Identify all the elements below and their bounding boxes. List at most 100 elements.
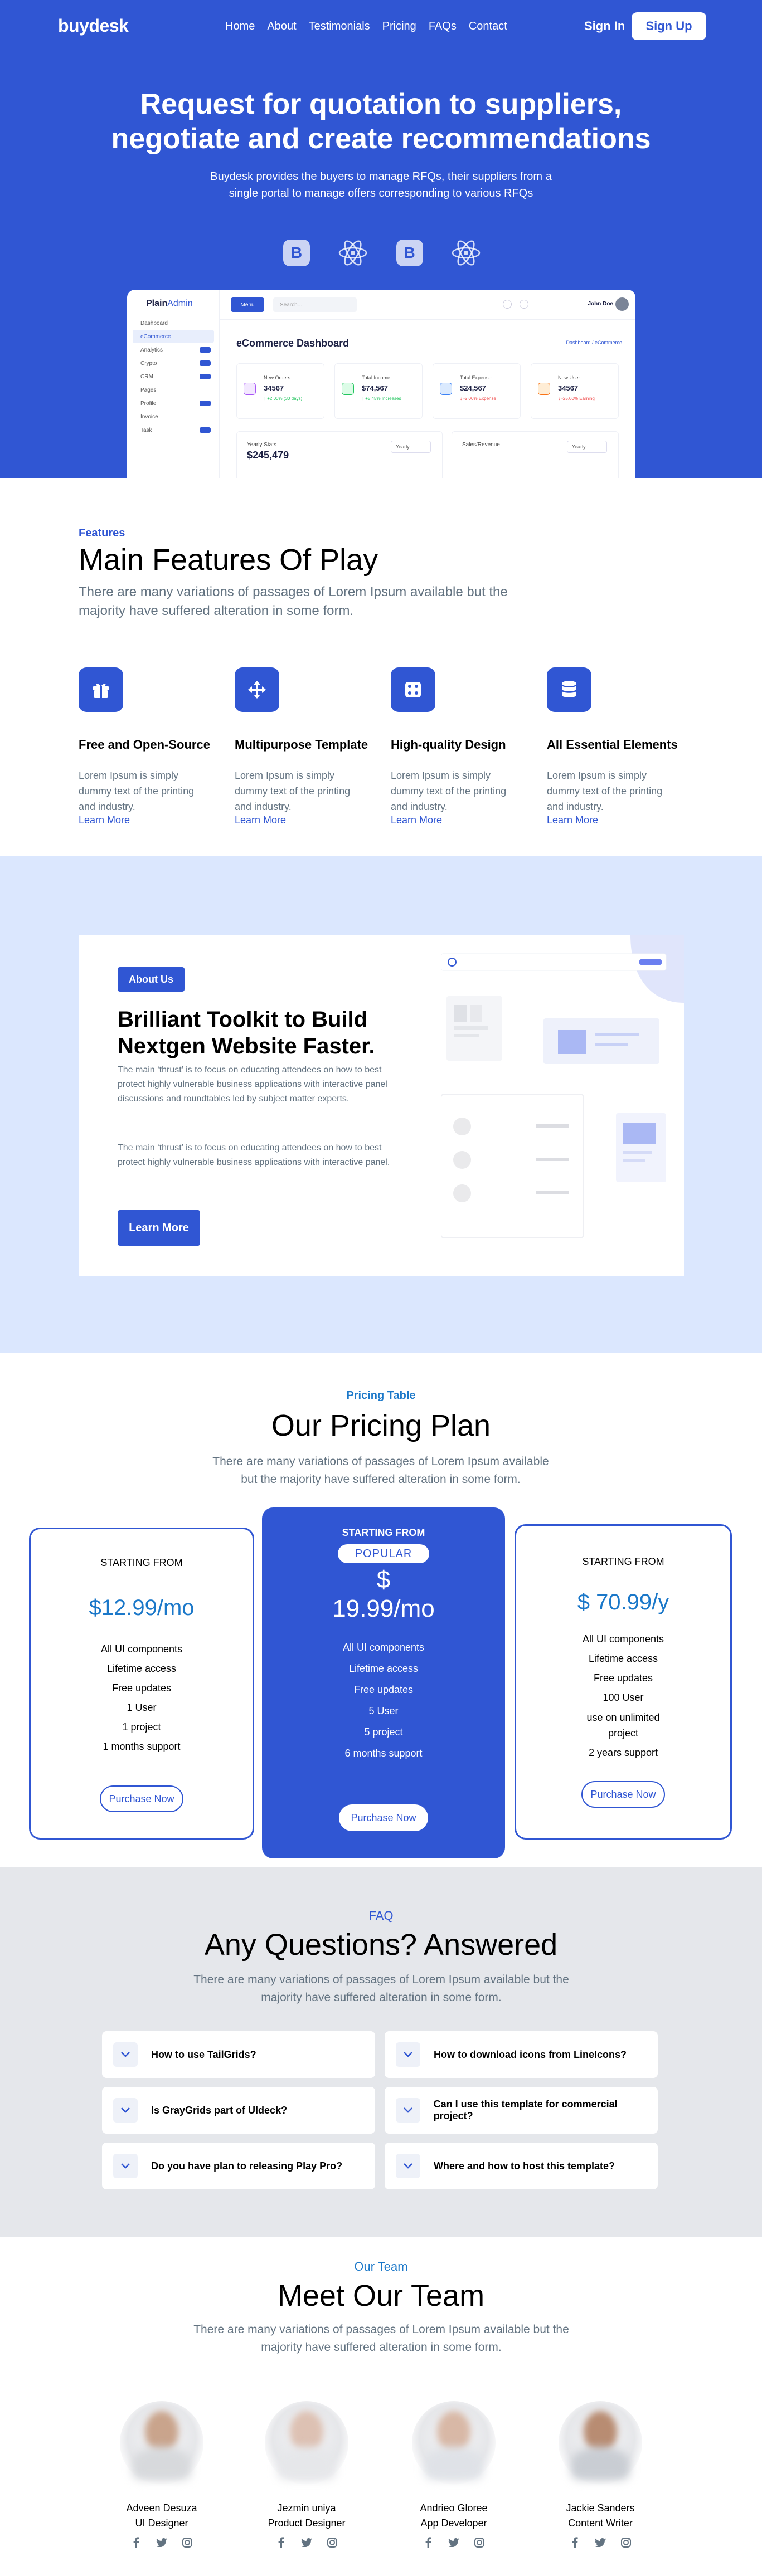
chevron-down-icon[interactable] [113, 2098, 138, 2123]
menu-home[interactable]: Home [225, 20, 255, 33]
facebook-icon[interactable] [423, 2537, 434, 2548]
stat-label: New User [558, 375, 580, 380]
dash-nav-crm[interactable]: CRM [133, 370, 214, 383]
twitter-icon[interactable] [301, 2537, 312, 2548]
faq-question: Where and how to host this template? [434, 2160, 615, 2172]
features-description: There are many variations of passages of… [79, 584, 508, 618]
dash-nav-analytics[interactable]: Analytics [133, 343, 214, 357]
dashboard-user-name[interactable]: John Doe [588, 301, 613, 307]
dash-nav-dashboard[interactable]: Dashboard [133, 316, 214, 330]
menu-pricing[interactable]: Pricing [382, 20, 416, 33]
instagram-icon[interactable] [620, 2537, 632, 2548]
team-kicker: Our Team [354, 2260, 408, 2273]
yearly-stats-panel: Yearly Stats $245,479 Yearly [236, 431, 443, 478]
learn-more-link[interactable]: Learn More [391, 814, 442, 826]
stat-label: Total Expense [460, 375, 492, 380]
plan-features: All UI components Lifetime access Free u… [31, 1640, 253, 1757]
learn-more-button[interactable]: Learn More [118, 1210, 200, 1246]
purchase-button[interactable]: Purchase Now [581, 1781, 665, 1808]
starting-label: STARTING FROM [582, 1556, 664, 1567]
member-role: Product Designer [268, 2518, 346, 2529]
menu-about[interactable]: About [267, 20, 296, 33]
pricing-card-popular: STARTING FROM POPULAR $ 19.99/mo All UI … [262, 1507, 505, 1858]
dash-nav-task[interactable]: Task [133, 423, 214, 437]
twitter-icon[interactable] [448, 2537, 459, 2548]
faq-question: Do you have plan to releasing Play Pro? [151, 2160, 343, 2172]
stat-value: $74,567 [362, 384, 388, 392]
nav-label: Task [140, 427, 152, 433]
logo[interactable]: buydesk [58, 16, 129, 36]
chevron-down-icon[interactable] [396, 2154, 420, 2178]
dollar-icon [342, 383, 354, 395]
facebook-icon[interactable] [569, 2537, 580, 2548]
stat-card: New Orders 34567 ↑ +2.00% (30 days) [236, 363, 324, 419]
twitter-icon[interactable] [156, 2537, 167, 2548]
brand-prefix: Plain [146, 299, 168, 308]
team-member: Andrieo Gloree App Developer [381, 2401, 526, 2548]
dash-nav-pages[interactable]: Pages [133, 383, 214, 397]
message-icon[interactable] [520, 300, 528, 309]
faq-kicker: FAQ [368, 1909, 394, 1923]
sign-up-button[interactable]: Sign Up [632, 12, 706, 40]
plan-feature: 2 years support [588, 1747, 658, 1758]
nav-badge [200, 360, 211, 366]
starting-label: STARTING FROM [342, 1527, 425, 1538]
menu-testimonials[interactable]: Testimonials [309, 20, 370, 33]
dash-nav-crypto[interactable]: Crypto [133, 357, 214, 370]
dash-nav-ecommerce[interactable]: eCommerce [133, 330, 214, 343]
instagram-icon[interactable] [182, 2537, 193, 2548]
twitter-icon[interactable] [595, 2537, 606, 2548]
plan-feature: 1 User [127, 1702, 157, 1713]
faq-item[interactable]: Can I use this template for commercial p… [385, 2087, 658, 2134]
learn-more-link[interactable]: Learn More [235, 814, 286, 826]
faq-item[interactable]: Where and how to host this template? [385, 2143, 658, 2189]
stat-change: ↑ +2.00% (30 days) [264, 396, 303, 401]
feature-text: Lorem Ipsum is simply dummy text of the … [391, 770, 507, 812]
menu-contact[interactable]: Contact [469, 20, 507, 33]
plan-feature: Free updates [593, 1672, 653, 1684]
facebook-icon[interactable] [275, 2537, 287, 2548]
menu-faqs[interactable]: FAQs [429, 20, 457, 33]
chevron-down-icon[interactable] [396, 2042, 420, 2067]
breadcrumb[interactable]: Dashboard / eCommerce [566, 340, 622, 345]
social-links [528, 2537, 673, 2548]
social-links [89, 2537, 234, 2548]
stat-value: 34567 [558, 384, 579, 392]
learn-more-link[interactable]: Learn More [79, 814, 130, 826]
navbar: buydesk Home About Testimonials Pricing … [0, 0, 762, 53]
chevron-down-icon[interactable] [113, 2154, 138, 2178]
facebook-icon[interactable] [130, 2537, 142, 2548]
purchase-button[interactable]: Purchase Now [100, 1785, 183, 1812]
stat-change: ↑ +5.45% Increased [362, 396, 401, 401]
pricing-kicker: Pricing Table [346, 1389, 416, 1402]
faq-item[interactable]: How to use TailGrids? [102, 2031, 375, 2078]
about-paragraph: The main ‘thrust’ is to focus on educati… [118, 1065, 387, 1104]
period-select[interactable]: Yearly [391, 441, 431, 453]
notification-icon[interactable] [503, 300, 512, 309]
dashboard-menu-button[interactable]: Menu [231, 297, 264, 312]
features-kicker: Features [79, 527, 125, 539]
faq-item[interactable]: How to download icons from LineIcons? [385, 2031, 658, 2078]
purchase-button[interactable]: Purchase Now [339, 1804, 428, 1831]
dash-nav-invoice[interactable]: Invoice [133, 410, 214, 423]
dice-icon [391, 667, 435, 712]
chevron-down-icon[interactable] [113, 2042, 138, 2067]
instagram-icon[interactable] [474, 2537, 485, 2548]
chevron-down-icon[interactable] [396, 2098, 420, 2123]
plan-feature: 6 months support [344, 1748, 423, 1759]
member-name: Jackie Sanders [566, 2502, 635, 2514]
avatar[interactable] [615, 297, 629, 311]
team-member: Jackie Sanders Content Writer [528, 2401, 673, 2548]
photo-body [424, 2447, 483, 2480]
dash-nav-profile[interactable]: Profile [133, 397, 214, 410]
sign-in-link[interactable]: Sign In [584, 19, 625, 33]
stat-value: $24,567 [460, 384, 486, 392]
dashboard-search-input[interactable]: Search... [273, 297, 357, 312]
nav-badge [200, 427, 211, 433]
faq-item[interactable]: Do you have plan to releasing Play Pro? [102, 2143, 375, 2189]
instagram-icon[interactable] [327, 2537, 338, 2548]
feature-title: High-quality Design [391, 738, 506, 752]
period-select[interactable]: Yearly [567, 441, 607, 453]
learn-more-link[interactable]: Learn More [547, 814, 598, 826]
faq-item[interactable]: Is GrayGrids part of UIdeck? [102, 2087, 375, 2134]
